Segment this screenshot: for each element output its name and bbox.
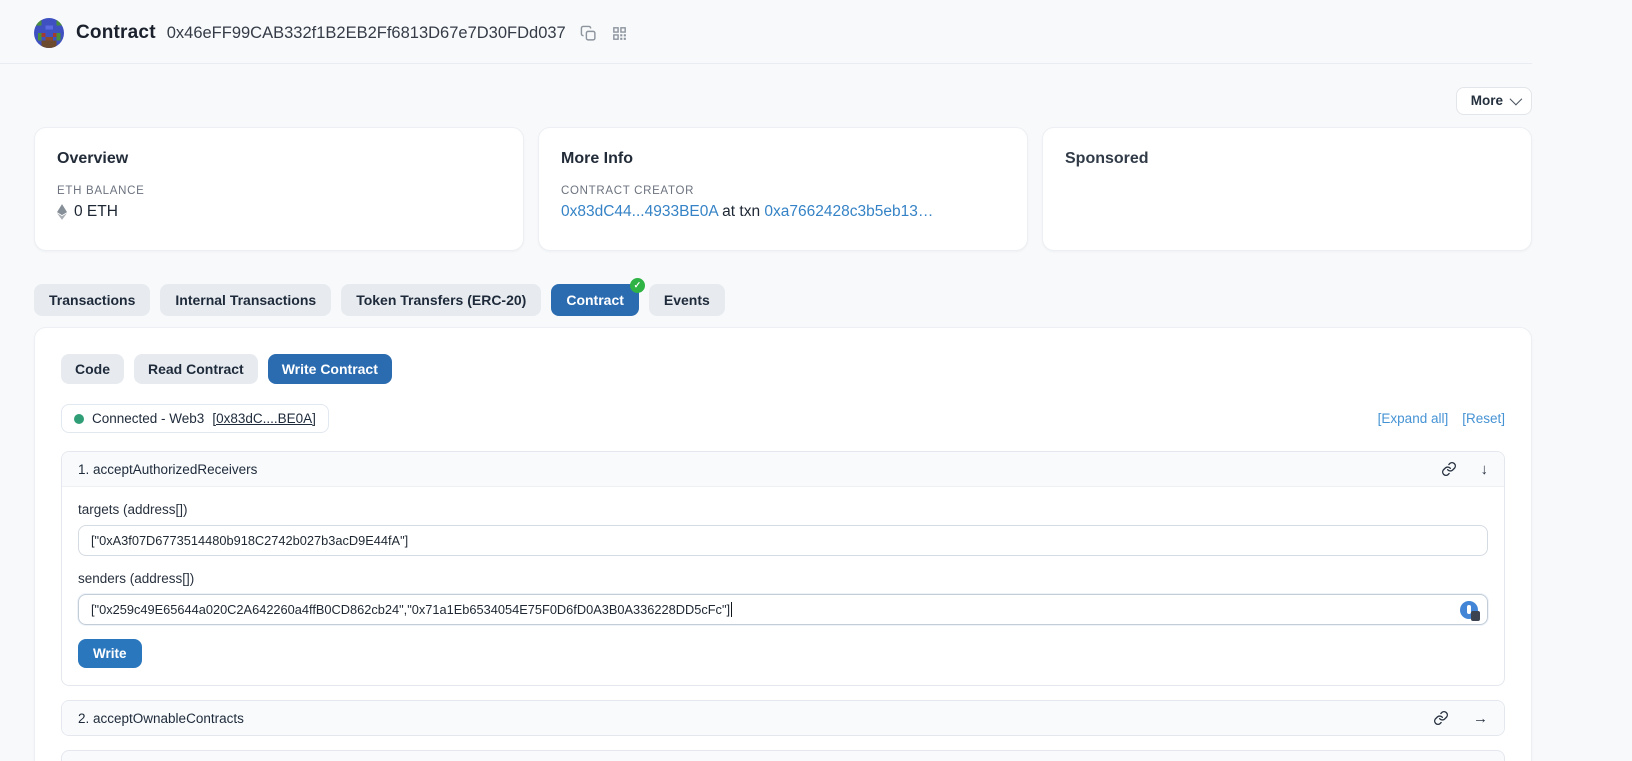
more-info-title: More Info bbox=[561, 150, 1005, 168]
collapse-arrow-icon[interactable]: ↓ bbox=[1481, 462, 1489, 477]
expand-all-link[interactable]: [Expand all] bbox=[1378, 411, 1449, 426]
permalink-icon[interactable] bbox=[1441, 461, 1457, 477]
reset-link[interactable]: [Reset] bbox=[1462, 411, 1505, 426]
method-accordion-3-partial[interactable] bbox=[61, 750, 1505, 761]
page-title: Contract bbox=[76, 22, 156, 44]
ethereum-icon bbox=[57, 204, 67, 220]
sponsored-title: Sponsored bbox=[1065, 150, 1509, 168]
permalink-icon[interactable] bbox=[1433, 710, 1449, 726]
subtab-read-contract[interactable]: Read Contract bbox=[134, 354, 258, 384]
method-1-title: 1. acceptAuthorizedReceivers bbox=[78, 462, 257, 477]
method-1-header[interactable]: 1. acceptAuthorizedReceivers ↓ bbox=[62, 452, 1504, 487]
page-content: More Overview ETH BALANCE 0 ETH More Inf… bbox=[34, 87, 1532, 761]
senders-input-value: ["0x259c49E65644a020C2A642260a4ffB0CD862… bbox=[91, 602, 730, 617]
info-cards: Overview ETH BALANCE 0 ETH More Info CON… bbox=[34, 127, 1532, 251]
chevron-down-icon bbox=[1510, 93, 1523, 106]
accordion-actions: [Expand all] [Reset] bbox=[1378, 411, 1505, 426]
targets-input[interactable]: ["0xA3f07D6773514480b918C2742b027b3acD9E… bbox=[78, 525, 1488, 556]
tab-events[interactable]: Events bbox=[649, 284, 725, 316]
tab-transactions[interactable]: Transactions bbox=[34, 284, 150, 316]
verified-check-icon: ✓ bbox=[630, 278, 645, 293]
qr-code-icon[interactable] bbox=[611, 25, 628, 42]
connection-status-text: Connected - Web3 bbox=[92, 411, 204, 426]
targets-input-value: ["0xA3f07D6773514480b918C2742b027b3acD9E… bbox=[91, 533, 408, 548]
eth-balance-label: ETH BALANCE bbox=[57, 185, 501, 197]
eth-balance-value: 0 ETH bbox=[74, 203, 118, 221]
connection-status-pill: Connected - Web3 [0x83dC....BE0A] bbox=[61, 404, 329, 433]
contract-creator-label: CONTRACT CREATOR bbox=[561, 185, 1005, 197]
subtab-code[interactable]: Code bbox=[61, 354, 124, 384]
method-2-title: 2. acceptOwnableContracts bbox=[78, 711, 244, 726]
expand-arrow-icon[interactable]: → bbox=[1473, 711, 1488, 726]
contract-avatar bbox=[34, 18, 64, 48]
creator-address-link[interactable]: 0x83dC44...4933BE0A bbox=[561, 203, 718, 220]
page-header: Contract 0x46eFF99CAB332f1B2EB2Ff6813D67… bbox=[0, 0, 1532, 64]
tab-contract-label: Contract bbox=[566, 292, 624, 308]
contract-panel: Code Read Contract Write Contract Connec… bbox=[34, 327, 1532, 761]
method-2-header[interactable]: 2. acceptOwnableContracts → bbox=[62, 701, 1504, 735]
contract-address: 0x46eFF99CAB332f1B2EB2Ff6813D67e7D30FDd0… bbox=[167, 24, 566, 43]
more-button[interactable]: More bbox=[1456, 87, 1532, 115]
contract-creator-row: 0x83dC44...4933BE0A at txn 0xa7662428c3b… bbox=[561, 203, 1005, 221]
text-caret bbox=[731, 602, 732, 617]
senders-field-label: senders (address[]) bbox=[78, 571, 1488, 586]
tab-internal-transactions[interactable]: Internal Transactions bbox=[160, 284, 331, 316]
tab-bar: Transactions Internal Transactions Token… bbox=[34, 284, 1532, 316]
more-row: More bbox=[34, 87, 1532, 115]
tab-token-transfers[interactable]: Token Transfers (ERC-20) bbox=[341, 284, 541, 316]
connected-dot-icon bbox=[74, 414, 84, 424]
senders-input[interactable]: ["0x259c49E65644a020C2A642260a4ffB0CD862… bbox=[78, 594, 1488, 625]
connection-row: Connected - Web3 [0x83dC....BE0A] [Expan… bbox=[61, 404, 1505, 433]
creator-separator: at txn bbox=[718, 203, 765, 220]
more-info-card: More Info CONTRACT CREATOR 0x83dC44...49… bbox=[538, 127, 1028, 251]
eth-balance-row: 0 ETH bbox=[57, 203, 501, 221]
method-1-body: targets (address[]) ["0xA3f07D6773514480… bbox=[62, 487, 1504, 685]
overview-title: Overview bbox=[57, 150, 501, 168]
overview-card: Overview ETH BALANCE 0 ETH bbox=[34, 127, 524, 251]
copy-icon[interactable] bbox=[580, 25, 597, 42]
method-accordion-1: 1. acceptAuthorizedReceivers ↓ targets (… bbox=[61, 451, 1505, 686]
connected-address-link[interactable]: [0x83dC....BE0A] bbox=[212, 411, 316, 426]
subtab-write-contract[interactable]: Write Contract bbox=[268, 354, 392, 384]
password-manager-icon[interactable] bbox=[1460, 601, 1478, 619]
write-button[interactable]: Write bbox=[78, 639, 142, 668]
sponsored-card: Sponsored bbox=[1042, 127, 1532, 251]
tab-contract[interactable]: Contract ✓ bbox=[551, 284, 639, 316]
targets-field-label: targets (address[]) bbox=[78, 502, 1488, 517]
method-accordion-2: 2. acceptOwnableContracts → bbox=[61, 700, 1505, 736]
creation-txn-link[interactable]: 0xa7662428c3b5eb13… bbox=[764, 203, 933, 220]
more-button-label: More bbox=[1471, 93, 1503, 108]
contract-subtabs: Code Read Contract Write Contract bbox=[61, 354, 1505, 384]
